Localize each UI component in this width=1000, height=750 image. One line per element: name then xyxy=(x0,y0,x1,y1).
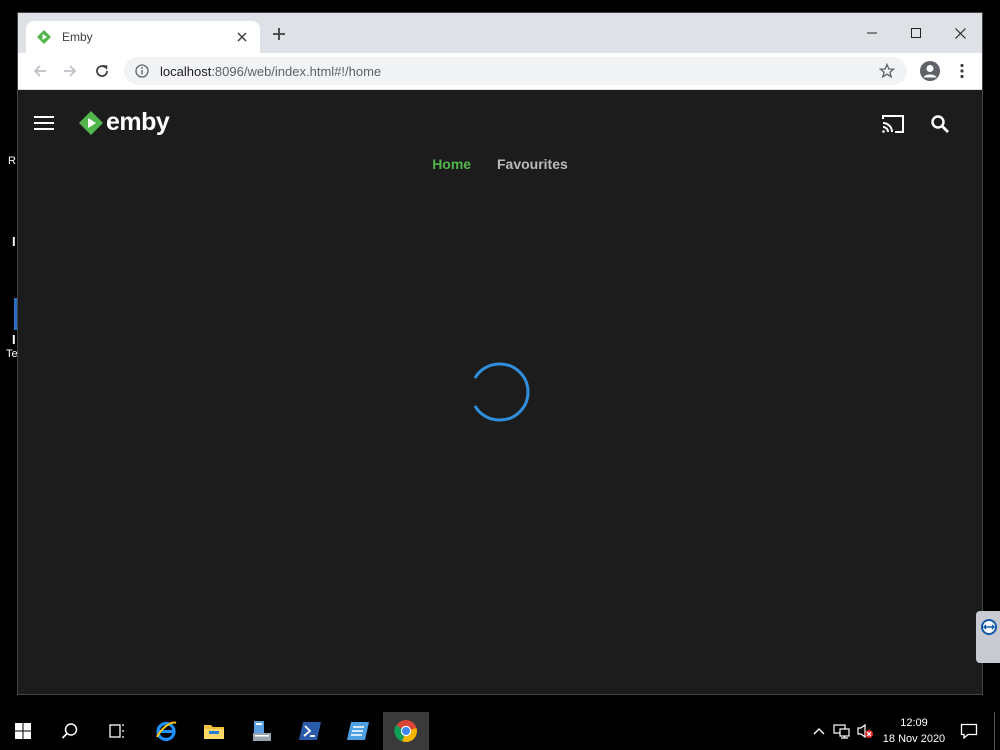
desktop-label-fragment: I xyxy=(12,332,16,347)
server-manager-icon[interactable] xyxy=(239,712,285,750)
forward-icon[interactable] xyxy=(59,60,81,82)
action-center-icon[interactable] xyxy=(956,712,982,750)
show-desktop-strip[interactable] xyxy=(994,712,1000,750)
search-icon[interactable] xyxy=(47,712,93,750)
new-tab-icon[interactable] xyxy=(272,25,286,45)
taskbar-clock[interactable]: 12:09 18 Nov 2020 xyxy=(874,715,954,747)
bookmark-star-icon[interactable] xyxy=(877,63,897,79)
emby-logo[interactable]: emby xyxy=(78,108,170,137)
close-icon[interactable] xyxy=(938,19,982,47)
tab-home[interactable]: Home xyxy=(432,156,471,172)
maximize-icon[interactable] xyxy=(894,19,938,47)
browser-menu-icon[interactable] xyxy=(951,60,973,82)
browser-tab[interactable]: Emby xyxy=(26,21,260,53)
menu-icon[interactable] xyxy=(34,116,54,132)
browser-window: Emby localhost:8096/web/index.html#!/hom… xyxy=(17,12,983,695)
show-hidden-icons-icon[interactable] xyxy=(810,712,828,750)
cast-icon[interactable] xyxy=(880,112,906,136)
desktop-label-fragment: Te xyxy=(6,348,18,360)
volume-muted-icon[interactable] xyxy=(855,712,875,750)
address-bar[interactable]: localhost:8096/web/index.html#!/home xyxy=(124,57,907,85)
reload-icon[interactable] xyxy=(91,60,113,82)
start-icon[interactable] xyxy=(0,712,46,750)
app-icon[interactable] xyxy=(335,712,381,750)
search-icon[interactable] xyxy=(927,112,953,136)
clock-date: 18 Nov 2020 xyxy=(882,733,946,745)
desktop-label-fragment: I xyxy=(12,234,16,249)
emby-favicon-icon xyxy=(36,29,52,45)
browser-toolbar: localhost:8096/web/index.html#!/home xyxy=(18,53,982,90)
tab-strip: Emby xyxy=(18,13,982,53)
task-view-icon[interactable] xyxy=(94,712,140,750)
tab-title: Emby xyxy=(62,30,93,44)
loading-spinner xyxy=(469,361,531,423)
desktop-label-fragment: R xyxy=(8,155,16,167)
home-nav-tabs: Home Favourites xyxy=(18,156,982,172)
logo-text: emby xyxy=(106,108,170,136)
profile-avatar-icon[interactable] xyxy=(919,60,941,82)
network-icon[interactable] xyxy=(832,712,852,750)
emby-logo-icon xyxy=(78,110,104,136)
site-info-icon[interactable] xyxy=(134,63,150,79)
internet-explorer-icon[interactable] xyxy=(143,712,189,750)
file-explorer-icon[interactable] xyxy=(191,712,237,750)
url-text[interactable]: localhost:8096/web/index.html#!/home xyxy=(160,64,877,79)
minimize-icon[interactable] xyxy=(850,19,894,47)
back-icon[interactable] xyxy=(29,60,51,82)
powershell-icon[interactable] xyxy=(287,712,333,750)
teamviewer-panel-tab[interactable] xyxy=(976,611,1000,663)
emby-app: emby Home Favourites xyxy=(18,90,982,694)
taskbar: 12:09 18 Nov 2020 xyxy=(0,712,1000,750)
clock-time: 12:09 xyxy=(900,717,928,729)
chrome-icon[interactable] xyxy=(383,712,429,750)
tab-close-icon[interactable] xyxy=(234,29,250,45)
tab-favourites[interactable]: Favourites xyxy=(497,156,568,172)
